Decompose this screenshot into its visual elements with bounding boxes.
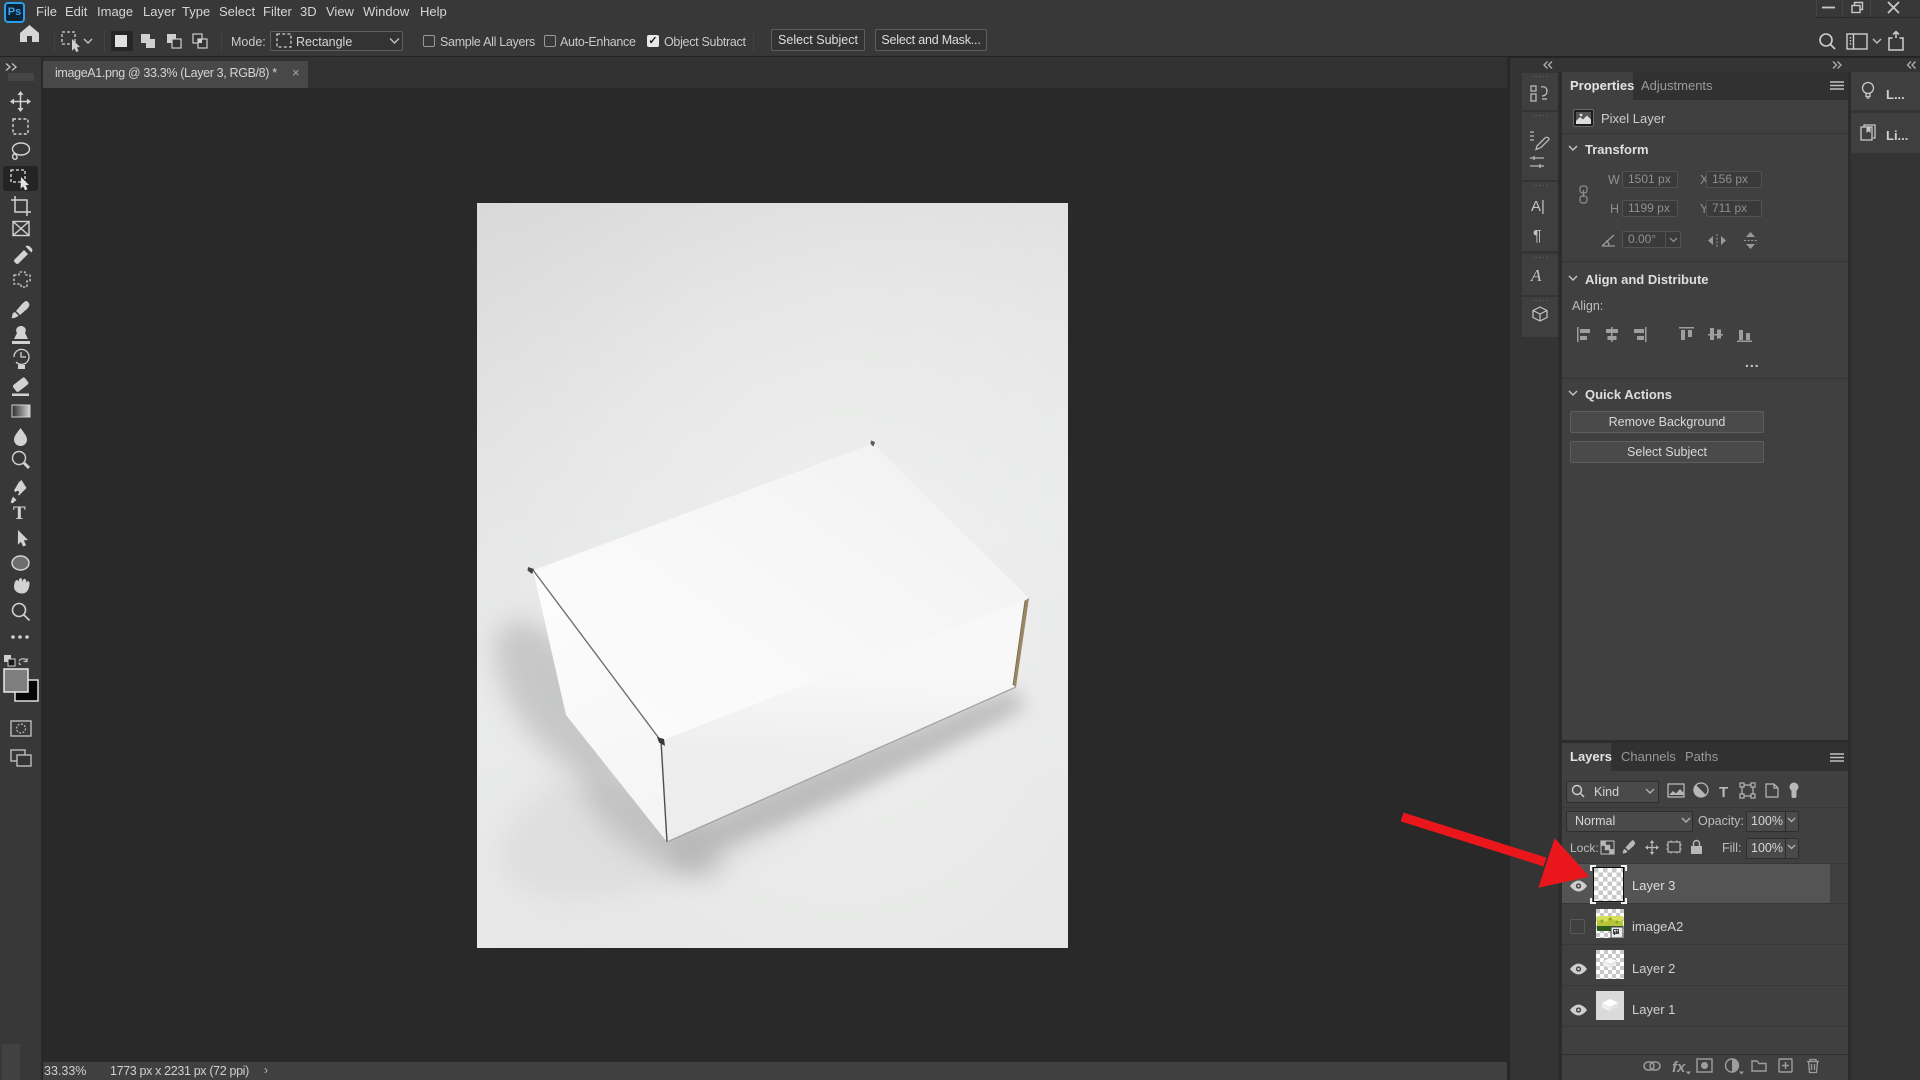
svg-text:A: A (1530, 266, 1542, 285)
svg-text:A|: A| (1531, 198, 1545, 215)
svg-text:fx: fx (1672, 1059, 1686, 1076)
svg-text:¶: ¶ (1533, 228, 1542, 245)
svg-text:T: T (1719, 784, 1728, 801)
